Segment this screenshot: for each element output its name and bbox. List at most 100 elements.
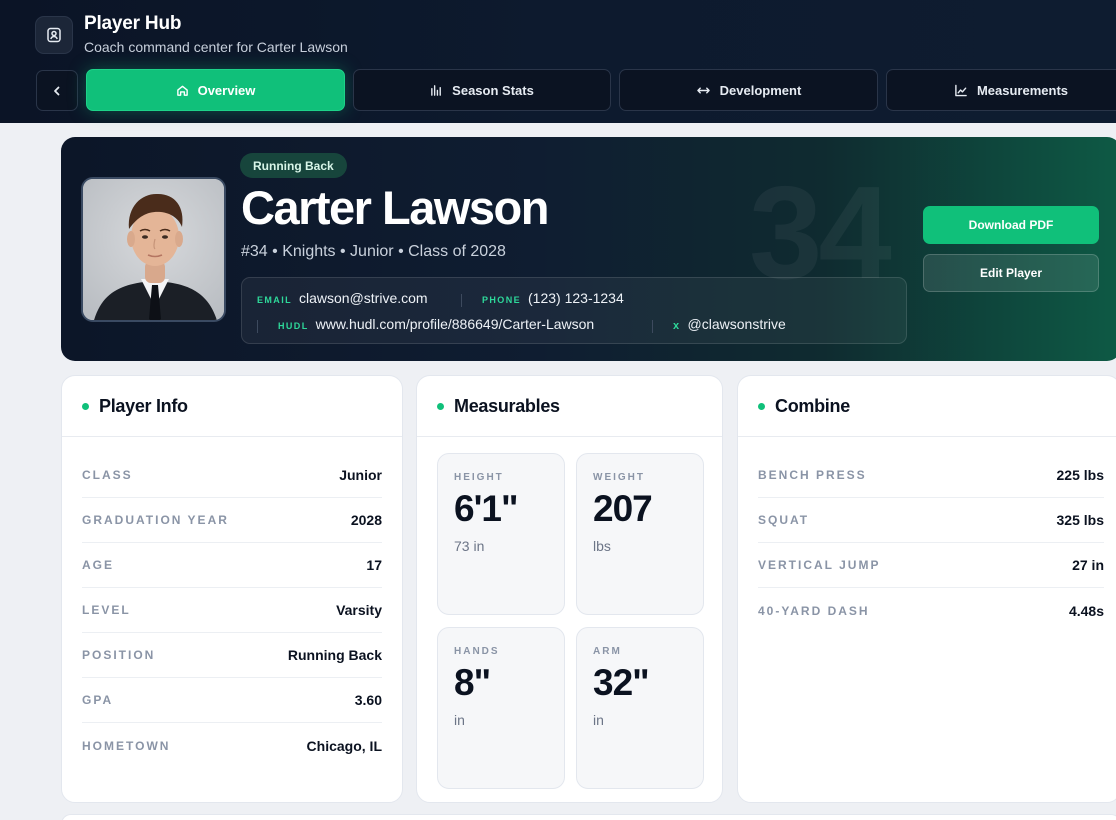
contact-label: EMAIL xyxy=(257,295,292,305)
combine-value: 4.48s xyxy=(1068,602,1104,619)
phone-link[interactable]: (123) 123-1234 xyxy=(528,290,624,306)
measurable-label: HEIGHT xyxy=(454,472,504,483)
measurables-card: Measurables HEIGHT 6'1" 73 in WEIGHT 207… xyxy=(416,375,723,803)
status-dot xyxy=(82,402,89,410)
download-pdf-button[interactable]: Download PDF xyxy=(923,206,1099,244)
combine-key: BENCH PRESS xyxy=(758,468,867,482)
player-info-card: Player Info CLASS Junior GRADUATION YEAR 2… xyxy=(61,375,403,803)
contact-x: X @clawsonstrive xyxy=(673,316,786,332)
tab-label: Overview xyxy=(197,82,256,98)
tab-season-stats[interactable]: Season Stats xyxy=(353,69,611,111)
divider xyxy=(461,294,462,307)
info-key: HOMETOWN xyxy=(82,738,171,753)
status-dot xyxy=(437,402,444,410)
measurable-tile-arm: ARM 32" in xyxy=(576,627,704,789)
player-hero-card: 34 Running Back Carter Lawson #34 • Knig… xyxy=(61,137,1116,361)
combine-row: 40-YARD DASH 4.48s xyxy=(758,588,1104,633)
card-header: Combine xyxy=(738,376,1116,437)
measurable-unit: in xyxy=(454,711,465,728)
measurable-unit: lbs xyxy=(593,537,611,554)
info-row: GRADUATION YEAR 2028 xyxy=(82,498,382,543)
divider xyxy=(257,320,258,333)
info-key: GPA xyxy=(82,693,114,707)
combine-row: BENCH PRESS 225 lbs xyxy=(758,453,1104,498)
contact-label: PHONE xyxy=(482,295,522,305)
card-title: Measurables xyxy=(454,395,560,416)
status-dot xyxy=(758,402,765,410)
combine-card: Combine BENCH PRESS 225 lbs SQUAT 325 lbs … xyxy=(737,375,1116,803)
divider xyxy=(652,320,653,333)
contact-hudl: HUDL www.hudl.com/profile/886649/Carter-… xyxy=(278,316,594,332)
measurable-value: 32" xyxy=(593,662,650,703)
info-value: 17 xyxy=(366,557,382,573)
measurable-label: HANDS xyxy=(454,646,500,657)
home-icon xyxy=(176,85,188,96)
card-header: Player Info xyxy=(62,376,402,437)
info-key: CLASS xyxy=(82,468,133,482)
measurable-label: WEIGHT xyxy=(593,472,645,483)
edit-player-button[interactable]: Edit Player xyxy=(923,254,1099,292)
player-badge-icon xyxy=(35,16,73,54)
app-title: Player Hub xyxy=(84,13,182,34)
email-link[interactable]: clawson@strive.com xyxy=(299,290,428,306)
top-bar: Player Hub Coach command center for Cart… xyxy=(0,0,1116,123)
back-button[interactable] xyxy=(36,70,78,111)
tab-label: Development xyxy=(719,82,802,98)
tab-label: Measurements xyxy=(976,82,1069,98)
info-value: 3.60 xyxy=(354,692,382,708)
measurable-tile-hands: HANDS 8" in xyxy=(437,627,565,789)
combine-value: 325 lbs xyxy=(1056,512,1104,528)
measurable-unit: 73 in xyxy=(454,537,485,554)
combine-key: SQUAT xyxy=(758,513,810,527)
contact-phone: PHONE (123) 123-1234 xyxy=(482,290,624,306)
info-row: GPA 3.60 xyxy=(82,678,382,723)
player-meta: #34 • Knights • Junior • Class of 2028 xyxy=(241,243,506,260)
tab-label: Season Stats xyxy=(452,82,534,98)
measurable-tile-height: HEIGHT 6'1" 73 in xyxy=(437,453,565,615)
info-key: GRADUATION YEAR xyxy=(82,513,229,527)
info-row: POSITION Running Back xyxy=(82,633,382,678)
x-link[interactable]: @clawsonstrive xyxy=(688,316,786,332)
contact-label: X xyxy=(673,320,681,332)
combine-row: SQUAT 325 lbs xyxy=(758,498,1104,543)
chevron-left-icon xyxy=(54,86,60,95)
info-value: Running Back xyxy=(287,647,382,663)
info-row: CLASS Junior xyxy=(82,453,382,498)
combine-value: 225 lbs xyxy=(1056,467,1104,483)
info-value: Varsity xyxy=(336,602,382,618)
line-chart-icon xyxy=(955,84,967,96)
measurable-value: 6'1" xyxy=(454,488,519,529)
app-subtitle: Coach command center for Carter Lawson xyxy=(84,39,348,55)
contact-label: HUDL xyxy=(278,321,309,331)
avatar xyxy=(81,177,226,322)
arrows-horizontal-icon xyxy=(696,86,710,94)
next-card-edge xyxy=(61,814,1116,820)
measurable-tile-weight: WEIGHT 207 lbs xyxy=(576,453,704,615)
info-value: 2028 xyxy=(350,512,382,528)
info-value: Chicago, IL xyxy=(306,737,382,754)
hudl-link[interactable]: www.hudl.com/profile/886649/Carter-Lawso… xyxy=(316,316,595,332)
info-key: POSITION xyxy=(82,648,156,662)
measurable-value: 207 xyxy=(593,488,653,529)
measurable-unit: in xyxy=(593,711,604,728)
card-title: Player Info xyxy=(99,395,188,416)
bar-chart-icon xyxy=(431,84,442,96)
tab-development[interactable]: Development xyxy=(619,69,878,111)
card-title: Combine xyxy=(775,395,850,416)
combine-value: 27 in xyxy=(1072,557,1104,573)
tab-overview[interactable]: Overview xyxy=(86,69,345,111)
measurable-value: 8" xyxy=(454,662,491,703)
info-row: HOMETOWN Chicago, IL xyxy=(82,723,382,768)
info-row: LEVEL Varsity xyxy=(82,588,382,633)
info-key: LEVEL xyxy=(82,603,131,617)
info-value: Junior xyxy=(339,467,382,483)
combine-key: 40-YARD DASH xyxy=(758,603,870,618)
position-badge: Running Back xyxy=(240,153,347,178)
contact-box: EMAIL clawson@strive.com PHONE (123) 123… xyxy=(241,277,907,344)
combine-key: VERTICAL JUMP xyxy=(758,558,881,572)
player-info-list: CLASS Junior GRADUATION YEAR 2028 AGE 17 LE… xyxy=(62,437,402,768)
combine-list: BENCH PRESS 225 lbs SQUAT 325 lbs VERTICAL… xyxy=(738,437,1116,633)
tab-measurements[interactable]: Measurements xyxy=(886,69,1116,111)
info-row: AGE 17 xyxy=(82,543,382,588)
measurable-label: ARM xyxy=(593,646,622,657)
